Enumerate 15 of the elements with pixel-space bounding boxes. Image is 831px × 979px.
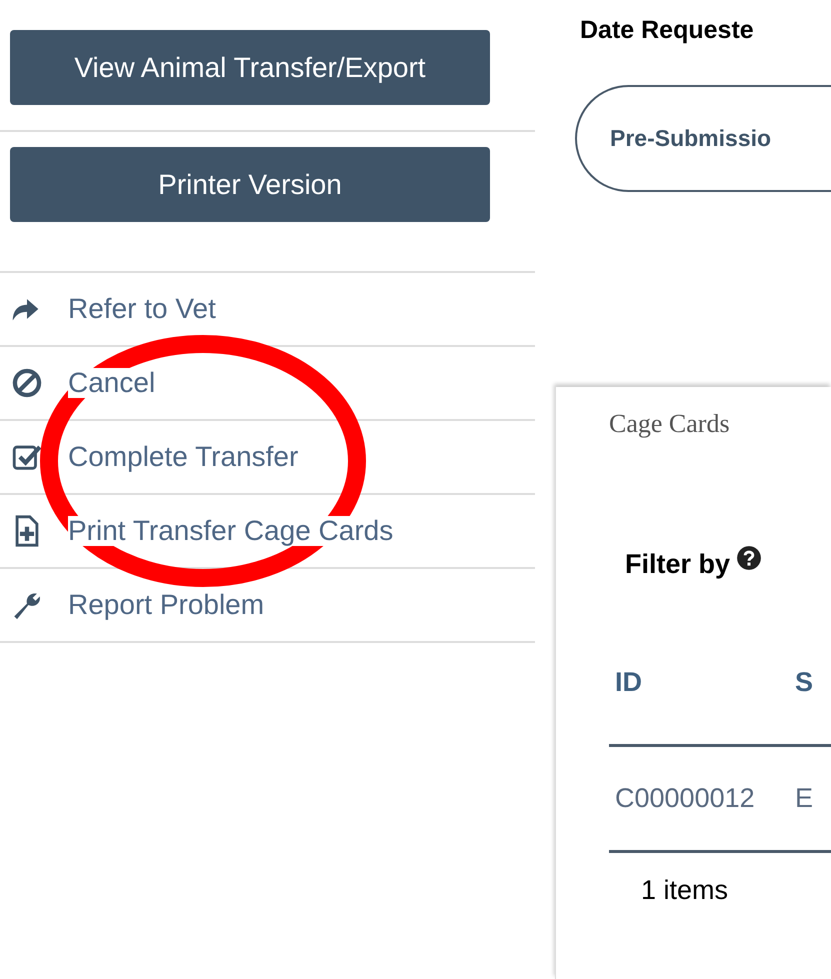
action-link[interactable]: Print Transfer Cage Cards [68, 516, 394, 546]
field-label: Date Requeste [580, 16, 755, 45]
column-header[interactable]: ID [615, 666, 795, 698]
status-pill: Pre-Submissio [575, 85, 831, 192]
column-header[interactable]: S [795, 666, 831, 698]
help-icon[interactable] [736, 544, 762, 570]
card-title: Cage Cards [609, 409, 731, 439]
ban-icon [10, 366, 44, 400]
table-cell-text: E [795, 783, 814, 814]
sidebar-button[interactable]: View Animal Transfer/Export [10, 30, 490, 105]
item-count: 1 items [641, 875, 730, 906]
action-link[interactable]: Cancel [68, 368, 156, 398]
table-cell-text: C00000012 [615, 783, 756, 814]
filter-label: Filter by [625, 549, 730, 580]
sidebar-button[interactable]: Printer Version [10, 147, 490, 222]
